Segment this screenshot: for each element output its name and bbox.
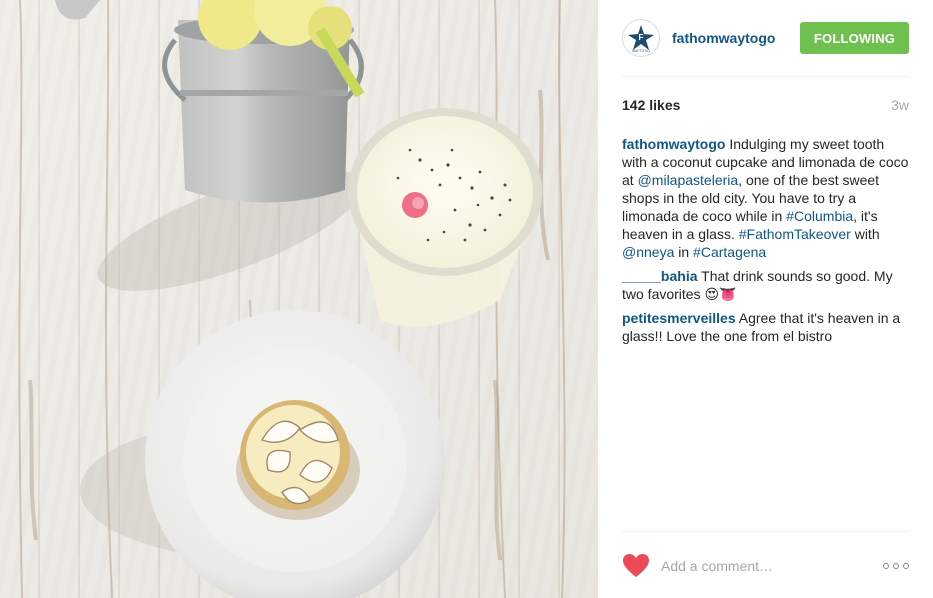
hashtag-link[interactable]: #Columbia xyxy=(786,208,853,224)
avatar[interactable]: F WAY TO GO xyxy=(622,19,660,57)
post-footer xyxy=(622,550,909,582)
hashtag-link[interactable]: #FathomTakeover xyxy=(739,226,851,242)
drink-glass xyxy=(348,108,542,327)
comment-username[interactable]: petitesmerveilles xyxy=(622,310,736,326)
post-photo[interactable] xyxy=(0,0,598,598)
caption-text: in xyxy=(674,244,694,260)
footer-divider xyxy=(622,531,909,532)
avatar-logo-text: WAY TO GO xyxy=(632,49,650,53)
more-options-icon[interactable] xyxy=(883,561,909,571)
comment-item: petitesmerveilles Agree that it's heaven… xyxy=(622,309,909,345)
fathom-logo-icon: F WAY TO GO xyxy=(627,24,655,53)
comments-list: fathomwaytogo Indulging my sweet tooth w… xyxy=(622,135,909,351)
post-timestamp[interactable]: 3w xyxy=(891,97,909,113)
heart-icon[interactable] xyxy=(622,553,650,579)
caption-username[interactable]: fathomwaytogo xyxy=(622,136,725,152)
mention-link[interactable]: @milapasteleria xyxy=(638,172,739,188)
following-button[interactable]: FOLLOWING xyxy=(800,22,909,54)
more-dot xyxy=(903,563,909,569)
caption: fathomwaytogo Indulging my sweet tooth w… xyxy=(622,135,909,261)
caption-text: with xyxy=(850,226,880,242)
post-author-username[interactable]: fathomwaytogo xyxy=(672,30,800,46)
more-dot xyxy=(893,563,899,569)
header-divider xyxy=(622,76,909,77)
comment-item: _____bahia That drink sounds so good. My… xyxy=(622,267,909,303)
more-dot xyxy=(883,563,889,569)
photo-illustration xyxy=(18,0,566,598)
post-header: F WAY TO GO fathomwaytogo FOLLOWING xyxy=(622,18,909,58)
hashtag-link[interactable]: #Cartagena xyxy=(693,244,766,260)
mention-link[interactable]: @nneya xyxy=(622,244,674,260)
comment-username[interactable]: _____bahia xyxy=(622,268,698,284)
post-stats: 142 likes 3w xyxy=(622,97,909,113)
post-details-panel: F WAY TO GO fathomwaytogo FOLLOWING 142 … xyxy=(598,0,933,598)
add-comment-input[interactable] xyxy=(661,558,883,574)
svg-text:F: F xyxy=(639,33,644,42)
likes-count[interactable]: 142 likes xyxy=(622,97,680,113)
